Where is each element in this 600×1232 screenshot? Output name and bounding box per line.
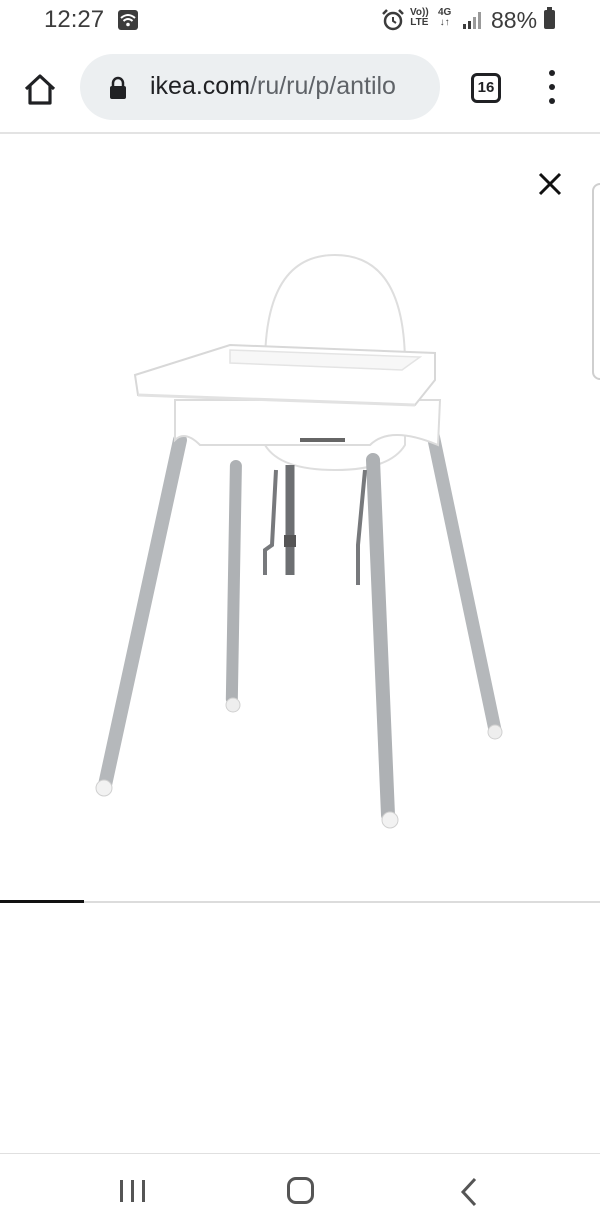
carousel-track bbox=[0, 900, 600, 903]
nav-divider bbox=[0, 1153, 600, 1154]
url-bar[interactable]: ikea.com/ru/ru/p/antilo bbox=[80, 54, 440, 120]
more-vert-icon[interactable] bbox=[540, 70, 564, 104]
network-activity: ↓↑ bbox=[439, 17, 450, 28]
signal-icon bbox=[462, 11, 484, 34]
volte-bottom: LTE bbox=[410, 17, 429, 28]
back-button[interactable] bbox=[458, 1176, 480, 1213]
battery-percentage: 88% bbox=[491, 7, 538, 33]
status-bar: 12:27 Vo)) LTE 4G ↓↑ 88% bbox=[0, 0, 600, 42]
home-button[interactable] bbox=[20, 70, 60, 110]
side-panel-handle[interactable] bbox=[592, 183, 600, 380]
url-path: /ru/ru/p/antilo bbox=[250, 72, 396, 100]
nav-home-button[interactable] bbox=[287, 1177, 314, 1204]
carousel-progress-bar bbox=[0, 900, 84, 903]
toolbar-divider bbox=[0, 132, 600, 134]
back-icon bbox=[460, 1177, 477, 1207]
alarm-icon bbox=[381, 9, 405, 36]
browser-toolbar: ikea.com/ru/ru/p/antilo 16 bbox=[0, 42, 600, 134]
close-button[interactable] bbox=[537, 171, 563, 197]
wifi-icon bbox=[118, 10, 138, 30]
url-domain: ikea.com bbox=[150, 72, 251, 100]
home-icon bbox=[24, 74, 56, 105]
tab-switcher-button[interactable]: 16 bbox=[471, 73, 501, 103]
product-image-high-chair[interactable] bbox=[90, 245, 510, 840]
volte-indicator: Vo)) LTE bbox=[410, 8, 429, 28]
battery-icon bbox=[544, 7, 555, 29]
status-time: 12:27 bbox=[44, 6, 105, 33]
close-icon bbox=[538, 172, 562, 196]
url-text: ikea.com/ru/ru/p/antilo bbox=[150, 72, 396, 101]
network-indicator: 4G ↓↑ bbox=[438, 8, 451, 28]
lock-icon bbox=[108, 76, 128, 105]
recent-apps-button[interactable] bbox=[120, 1180, 146, 1202]
